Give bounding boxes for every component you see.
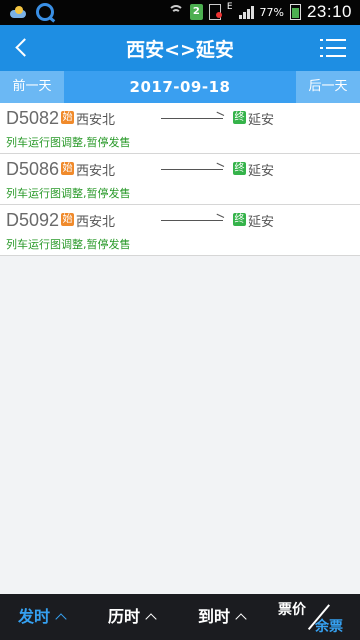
sort-arrive-button[interactable]: 到时 bbox=[198, 594, 247, 640]
network-type: E bbox=[226, 2, 233, 12]
from-station: 西安北 bbox=[76, 164, 116, 179]
status-bar: 2 E 77% 23:10 bbox=[0, 0, 360, 25]
end-station-tag: 终 bbox=[233, 111, 246, 124]
from-station: 西安北 bbox=[76, 113, 116, 128]
train-number: D5092 bbox=[6, 210, 60, 230]
tickets-label: 余票 bbox=[315, 619, 343, 635]
travel-date[interactable]: 2017-09-18 bbox=[64, 71, 296, 103]
to-station: 延安 bbox=[248, 215, 275, 230]
status-right-icons: 2 E 77% 23:10 bbox=[167, 2, 352, 22]
chevron-up-icon bbox=[235, 613, 247, 625]
train-row[interactable]: D5086 始 西安北 终 延安 列车运行图调整,暂停发售 bbox=[0, 154, 360, 205]
next-day-button[interactable]: 后一天 bbox=[296, 71, 360, 103]
start-station-tag: 始 bbox=[61, 213, 74, 226]
to-station: 延安 bbox=[248, 164, 275, 179]
train-number: D5086 bbox=[6, 159, 60, 179]
start-station-tag: 始 bbox=[61, 162, 74, 175]
train-row[interactable]: D5092 始 西安北 终 延安 列车运行图调整,暂停发售 bbox=[0, 205, 360, 256]
end-station-tag: 终 bbox=[233, 162, 246, 175]
app-header: 西安<>延安 bbox=[0, 25, 360, 71]
browser-icon bbox=[36, 3, 54, 21]
status-left-icons bbox=[8, 3, 54, 21]
end-station-tag: 终 bbox=[233, 213, 246, 226]
route-arrow-icon bbox=[161, 220, 223, 221]
train-list: D5082 始 西安北 终 延安 列车运行图调整,暂停发售 D5086 始 西安… bbox=[0, 103, 360, 256]
sort-duration-label: 历时 bbox=[108, 607, 141, 626]
notification-badge: 2 bbox=[189, 4, 203, 20]
chevron-up-icon bbox=[145, 613, 157, 625]
price-tickets-toggle[interactable]: 票价 余票 bbox=[272, 594, 360, 640]
price-label: 票价 bbox=[278, 602, 306, 618]
sort-depart-button[interactable]: 发时 bbox=[18, 594, 67, 640]
clock: 23:10 bbox=[306, 2, 352, 21]
wifi-icon bbox=[167, 5, 184, 19]
date-bar: 前一天 2017-09-18 后一天 bbox=[0, 71, 360, 103]
battery-percent: 77% bbox=[259, 5, 284, 19]
sort-duration-button[interactable]: 历时 bbox=[108, 594, 157, 640]
menu-list-icon[interactable] bbox=[320, 37, 346, 59]
sale-status-note: 列车运行图调整,暂停发售 bbox=[6, 238, 131, 251]
train-number: D5082 bbox=[6, 108, 60, 128]
page-title: 西安<>延安 bbox=[126, 39, 234, 61]
sale-status-note: 列车运行图调整,暂停发售 bbox=[6, 136, 131, 149]
train-row[interactable]: D5082 始 西安北 终 延安 列车运行图调整,暂停发售 bbox=[0, 103, 360, 154]
sim-icon bbox=[208, 4, 222, 20]
route-arrow-icon bbox=[161, 169, 223, 170]
to-station: 延安 bbox=[248, 113, 275, 128]
battery-icon bbox=[289, 4, 301, 20]
prev-day-button[interactable]: 前一天 bbox=[0, 71, 64, 103]
sort-depart-label: 发时 bbox=[18, 607, 51, 626]
sort-bar: 发时 历时 到时 票价 余票 bbox=[0, 594, 360, 640]
sale-status-note: 列车运行图调整,暂停发售 bbox=[6, 187, 131, 200]
chevron-up-icon bbox=[55, 613, 67, 625]
signal-icon bbox=[238, 5, 254, 19]
route-arrow-icon bbox=[161, 118, 223, 119]
weather-icon bbox=[8, 5, 28, 19]
from-station: 西安北 bbox=[76, 215, 116, 230]
start-station-tag: 始 bbox=[61, 111, 74, 124]
sort-arrive-label: 到时 bbox=[198, 607, 231, 626]
